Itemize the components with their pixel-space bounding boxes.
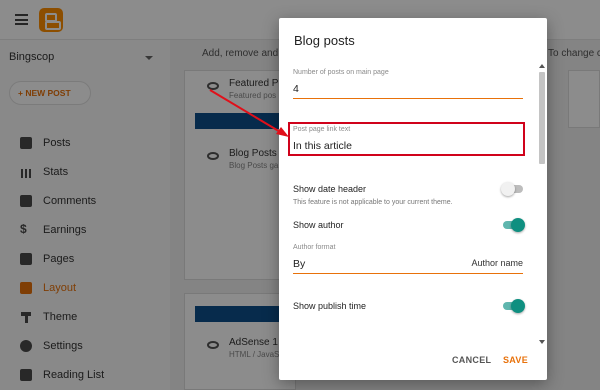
- posts-count-input[interactable]: 4: [293, 83, 523, 95]
- field-underline: [293, 98, 523, 99]
- show-date-header-label: Show date header: [293, 184, 367, 194]
- show-author-toggle[interactable]: [503, 218, 525, 232]
- field-underline: [293, 273, 523, 274]
- dialog-scrollbar[interactable]: [539, 64, 545, 344]
- cancel-button[interactable]: CANCEL: [452, 355, 491, 365]
- show-date-header-toggle[interactable]: [501, 182, 523, 196]
- show-publish-time-label: Show publish time: [293, 301, 367, 311]
- show-publish-time-toggle[interactable]: [503, 299, 525, 313]
- toggle-knob: [511, 299, 525, 313]
- scrollbar-thumb[interactable]: [539, 72, 545, 164]
- dialog-actions: CANCEL SAVE: [279, 346, 547, 376]
- show-author-row: Show author: [293, 218, 525, 234]
- posts-count-label: Number of posts on main page: [293, 69, 389, 76]
- annotation-highlight-box: [288, 122, 525, 156]
- dialog-body: Number of posts on main page 4 Post page…: [279, 62, 547, 342]
- date-header-note: This feature is not applicable to your c…: [293, 199, 453, 206]
- scroll-down-arrow-icon[interactable]: [539, 340, 545, 344]
- dialog-title: Blog posts: [294, 33, 355, 48]
- save-button[interactable]: SAVE: [503, 355, 528, 365]
- show-publish-time-row: Show publish time: [293, 299, 525, 315]
- toggle-knob: [501, 182, 515, 196]
- show-date-header-row: Show date header: [293, 182, 525, 198]
- author-format-suffix: Author name: [471, 258, 523, 268]
- scroll-up-arrow-icon[interactable]: [539, 64, 545, 68]
- show-author-label: Show author: [293, 220, 344, 230]
- toggle-knob: [511, 218, 525, 232]
- author-format-label: Author format: [293, 244, 336, 251]
- blog-posts-dialog: Blog posts Number of posts on main page …: [279, 18, 547, 380]
